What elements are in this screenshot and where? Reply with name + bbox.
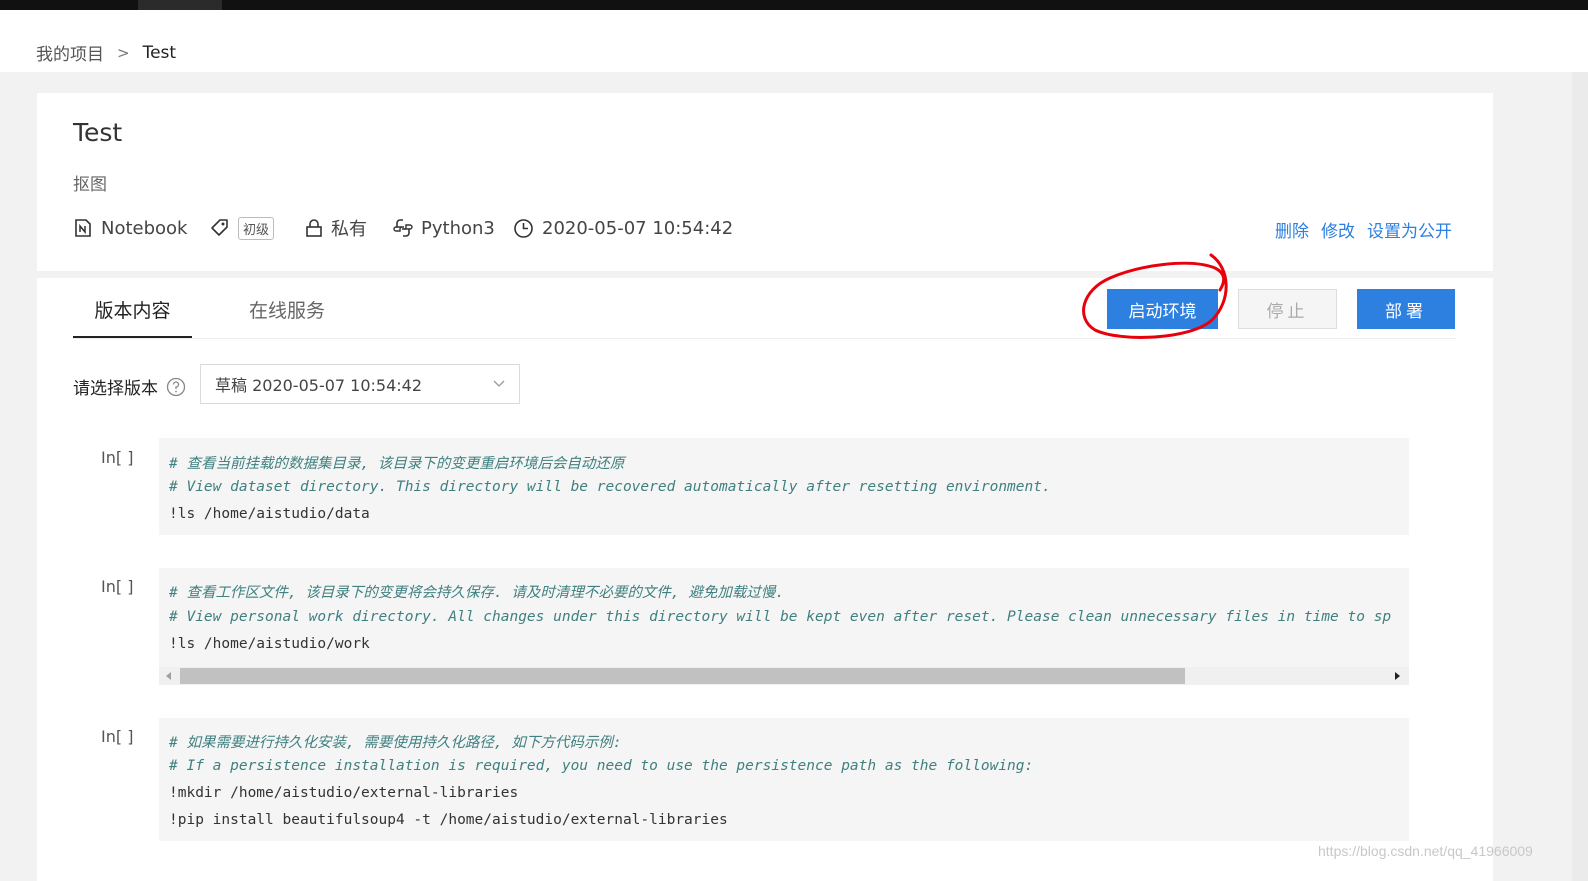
- version-label-text: 请选择版本: [73, 379, 158, 399]
- meta-datetime: 2020-05-07 10:54:42: [513, 214, 733, 242]
- delete-link[interactable]: 删除: [1275, 217, 1309, 242]
- code-line: !ls /home/aistudio/work: [169, 636, 370, 652]
- code-line: # 如果需要进行持久化安装, 需要使用持久化路径, 如下方代码示例:: [169, 735, 622, 751]
- browser-tab-active[interactable]: [138, 0, 222, 10]
- breadcrumb-root[interactable]: 我的项目: [36, 40, 104, 65]
- edit-link[interactable]: 修改: [1321, 217, 1355, 242]
- tab-version-content[interactable]: 版本内容: [73, 296, 192, 338]
- meta-visibility-text: 私有: [331, 219, 367, 240]
- code-line: !mkdir /home/aistudio/external-libraries: [169, 785, 519, 801]
- meta-type-text: Notebook: [101, 217, 188, 239]
- breadcrumb-separator: >: [117, 43, 130, 62]
- project-header-card: [37, 93, 1493, 271]
- version-select[interactable]: 草稿 2020-05-07 10:54:42: [200, 364, 520, 404]
- scroll-right-arrow[interactable]: [1395, 672, 1400, 680]
- meta-level: 初级: [210, 214, 275, 242]
- scrollbar-thumb[interactable]: [180, 668, 1185, 684]
- tab-divider: [73, 338, 1456, 339]
- meta-datetime-text: 2020-05-07 10:54:42: [542, 217, 734, 239]
- page-scrollbar[interactable]: [1572, 72, 1588, 881]
- code-line: # If a persistence installation is requi…: [169, 758, 1034, 774]
- cell-prompt: In[ ]: [101, 448, 134, 467]
- tag-icon: [211, 219, 228, 236]
- project-actions: 删除 修改 设置为公开: [1275, 217, 1452, 242]
- meta-type: Notebook: [73, 214, 187, 242]
- scroll-left-arrow[interactable]: [166, 672, 171, 680]
- make-public-link[interactable]: 设置为公开: [1367, 217, 1452, 242]
- lock-icon: [306, 219, 322, 237]
- cell-prompt: In[ ]: [101, 577, 134, 596]
- version-label: 请选择版本: [73, 374, 186, 399]
- window-top-bar: [0, 0, 1588, 10]
- tab-online-service[interactable]: 在线服务: [249, 296, 325, 336]
- deploy-button[interactable]: 部署: [1357, 289, 1455, 329]
- meta-env-text: Python3: [421, 217, 495, 239]
- code-line: # 查看当前挂载的数据集目录, 该目录下的变更重启环境后会自动还原: [169, 456, 625, 472]
- code-cell[interactable]: # 查看工作区文件, 该目录下的变更将会持久保存. 请及时清理不必要的文件, 避…: [159, 568, 1409, 667]
- meta-visibility: 私有: [305, 214, 367, 242]
- cell-horizontal-scrollbar[interactable]: [159, 667, 1409, 685]
- chevron-down-icon: [493, 380, 505, 387]
- start-env-button[interactable]: 启动环境: [1107, 289, 1218, 329]
- clock-icon: [514, 218, 533, 238]
- version-select-value: 草稿 2020-05-07 10:54:42: [215, 376, 423, 395]
- breadcrumb-current: Test: [142, 42, 177, 63]
- help-icon[interactable]: [166, 377, 186, 397]
- code-cell[interactable]: # 如果需要进行持久化安装, 需要使用持久化路径, 如下方代码示例: # If …: [159, 718, 1409, 841]
- notebook-icon: [75, 219, 91, 237]
- breadcrumb-bar: 我的项目 > Test: [0, 10, 1588, 72]
- code-line: # View dataset directory. This directory…: [169, 479, 1051, 495]
- code-line: # 查看工作区文件, 该目录下的变更将会持久保存. 请及时清理不必要的文件, 避…: [169, 585, 785, 601]
- level-badge: 初级: [238, 216, 275, 240]
- watermark: https://blog.csdn.net/qq_41966009: [1318, 843, 1533, 859]
- code-line: !pip install beautifulsoup4 -t /home/ais…: [169, 812, 728, 828]
- code-cell[interactable]: # 查看当前挂载的数据集目录, 该目录下的变更重启环境后会自动还原 # View…: [159, 438, 1409, 535]
- code-line: # View personal work directory. All chan…: [169, 609, 1392, 625]
- meta-env: Python3: [393, 214, 495, 242]
- breadcrumb: 我的项目 > Test: [36, 40, 177, 66]
- cell-prompt: In[ ]: [101, 727, 134, 746]
- stop-button[interactable]: 停止: [1238, 289, 1337, 329]
- project-description: 抠图: [73, 175, 107, 195]
- python-icon: [393, 219, 413, 237]
- project-title: Test: [73, 118, 123, 147]
- code-line: !ls /home/aistudio/data: [169, 506, 370, 522]
